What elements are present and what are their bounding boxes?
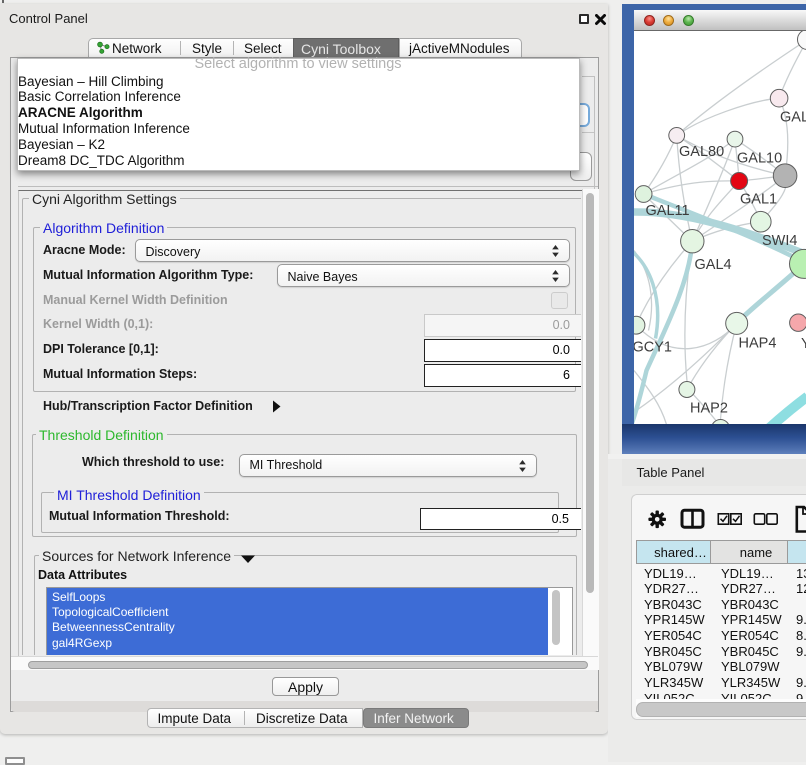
svg-text:GAL7: GAL7 — [780, 109, 806, 125]
svg-text:GAL11: GAL11 — [645, 203, 689, 219]
svg-text:GCY1: GCY1 — [634, 339, 672, 355]
svg-text:SWI4: SWI4 — [762, 233, 797, 249]
svg-text:Y: Y — [801, 336, 806, 352]
svg-text:GAL4: GAL4 — [694, 257, 731, 273]
svg-text:HAP4: HAP4 — [738, 335, 776, 351]
svg-text:GAL10: GAL10 — [737, 150, 782, 166]
svg-text:GAL80: GAL80 — [679, 144, 724, 160]
svg-text:GAL1: GAL1 — [740, 191, 777, 207]
svg-text:HAP2: HAP2 — [690, 400, 728, 416]
